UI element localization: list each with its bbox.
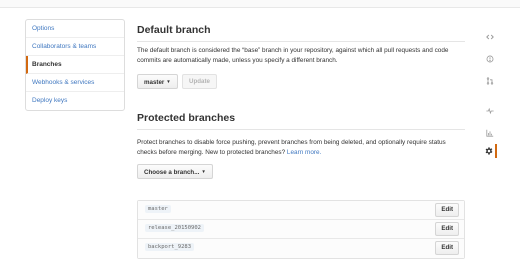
pulse-icon[interactable] (482, 104, 497, 118)
menu-item-webhooks[interactable]: Webhooks & services (26, 74, 124, 92)
update-button[interactable]: Update (182, 74, 217, 89)
top-header-strip (0, 0, 520, 8)
branch-name: master (145, 205, 171, 213)
default-branch-title: Default branch (137, 24, 465, 42)
branch-name: backport_9283 (145, 243, 195, 251)
chevron-down-icon: ▼ (201, 169, 206, 174)
repository-nav (482, 22, 497, 162)
default-branch-value: master (144, 79, 165, 86)
pull-requests-icon[interactable] (482, 74, 497, 88)
default-branch-select[interactable]: master ▼ (137, 74, 178, 89)
branch-row: backport_9283 Edit (138, 239, 464, 258)
default-branch-description: The default branch is considered the “ba… (137, 47, 449, 64)
menu-item-collaborators[interactable]: Collaborators & teams (26, 38, 124, 56)
protected-branches-title: Protected branches (137, 112, 465, 130)
learn-more-link[interactable]: Learn more. (287, 149, 321, 156)
menu-item-branches[interactable]: Branches (26, 56, 124, 74)
menu-item-options[interactable]: Options (26, 20, 124, 38)
edit-button[interactable]: Edit (435, 222, 459, 236)
settings-icon[interactable] (482, 144, 497, 158)
branch-name: release_20150902 (145, 224, 204, 232)
settings-menu: Options Collaborators & teams Branches W… (25, 19, 125, 111)
protected-branch-list: master Edit release_20150902 Edit backpo… (137, 200, 465, 259)
protected-branches-description: Protect branches to disable force pushin… (137, 138, 465, 157)
chevron-down-icon: ▼ (166, 79, 171, 84)
edit-button[interactable]: Edit (435, 203, 459, 217)
branch-row: master Edit (138, 201, 464, 220)
code-icon[interactable] (482, 30, 497, 44)
edit-button[interactable]: Edit (435, 241, 459, 255)
choose-branch-button[interactable]: Choose a branch... ▼ (137, 164, 213, 179)
issues-icon[interactable] (482, 52, 497, 66)
choose-branch-label: Choose a branch... (144, 169, 200, 176)
menu-item-deploy-keys[interactable]: Deploy keys (26, 92, 124, 110)
branch-row: release_20150902 Edit (138, 220, 464, 239)
graphs-icon[interactable] (482, 126, 497, 140)
